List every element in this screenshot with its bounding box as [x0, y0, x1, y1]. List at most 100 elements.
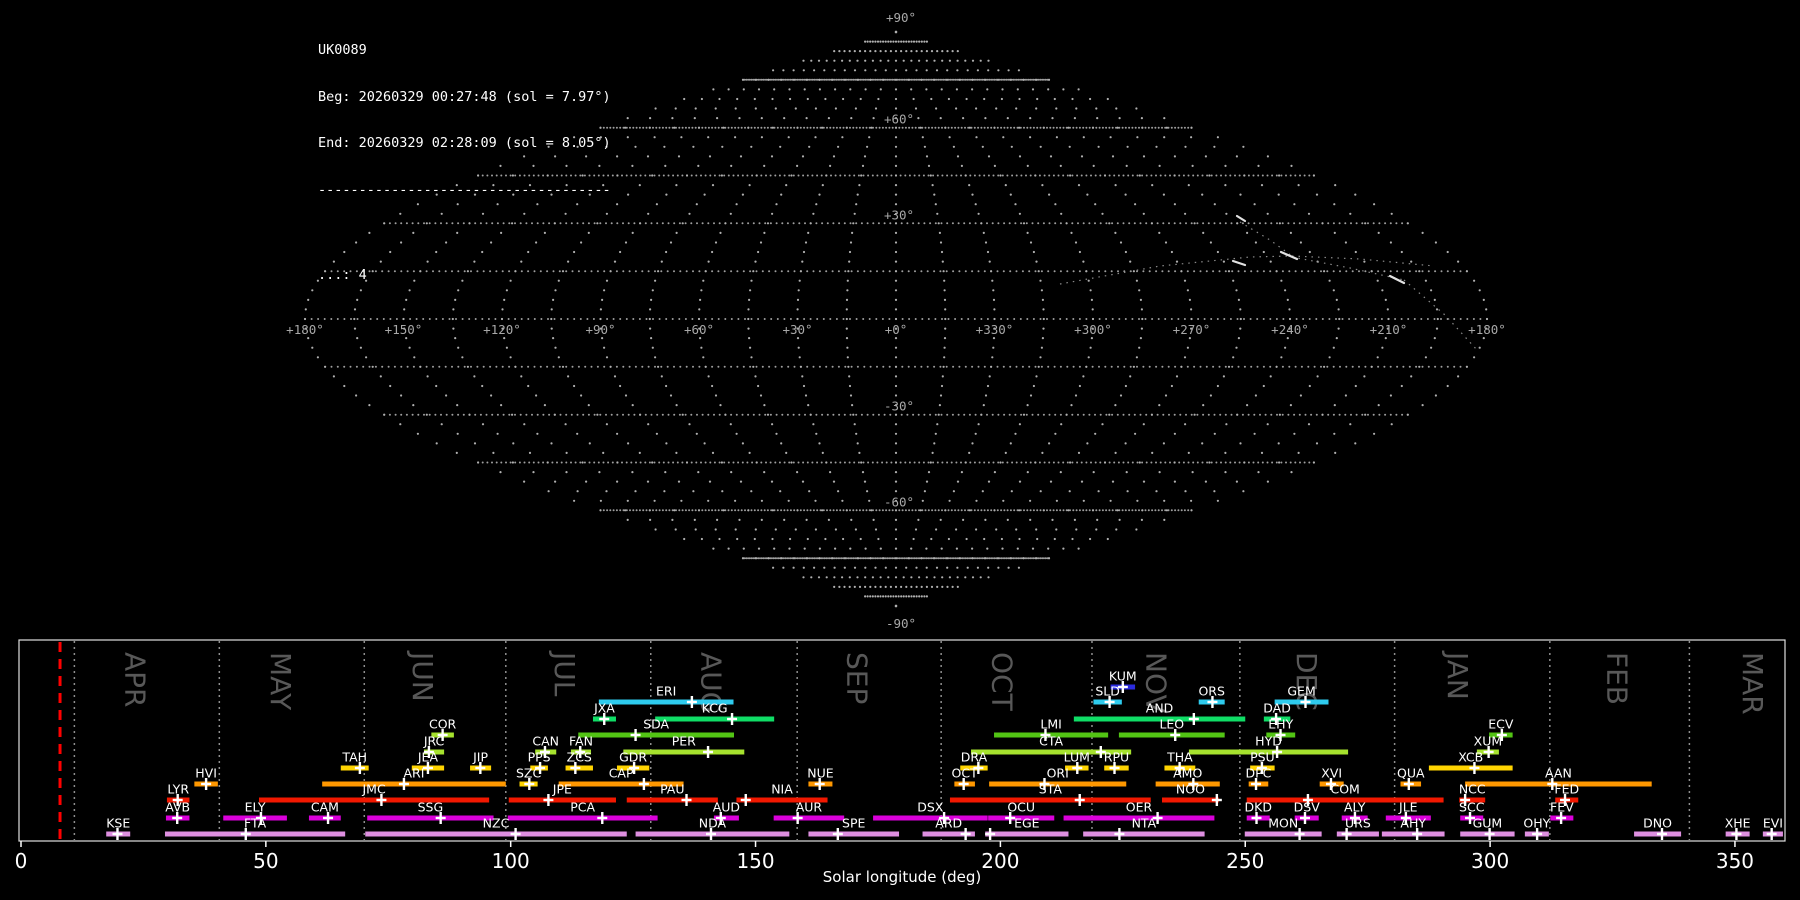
shower-code-label: GEM — [1287, 684, 1315, 699]
shower-code-label: PER — [672, 734, 696, 749]
shower-code-label: JPE — [552, 782, 572, 797]
shower-code-label: DSV — [1294, 800, 1321, 815]
shower-code-label: JXA — [593, 701, 615, 716]
shower-bar — [367, 816, 493, 821]
shower-code-label: NDA — [699, 816, 727, 831]
shower-code-label: HYD — [1255, 734, 1282, 749]
shower-code-label: DNO — [1643, 816, 1672, 831]
shower-code-label: ECV — [1488, 717, 1514, 732]
station-id: UK0089 — [318, 43, 611, 59]
trail — [1060, 256, 1292, 284]
shower-bars: KUMERISLDORSGEMJXAKCGANDDADCORSDALMILEOE… — [106, 669, 1783, 841]
shower-code-label: ZCS — [567, 750, 592, 765]
shower-code-label: DPC — [1246, 766, 1272, 781]
x-tick-label: 250 — [1226, 849, 1264, 873]
pole-bottom-label: -90° — [886, 616, 916, 631]
month-label: SEP — [840, 652, 873, 704]
shower-code-label: LYR — [167, 782, 189, 797]
shower-avb: AVB — [165, 800, 190, 825]
trail — [1240, 222, 1292, 256]
x-tick-label: 150 — [736, 849, 774, 873]
longitude-label: +240° — [1271, 322, 1309, 337]
longitude-label: +300° — [1074, 322, 1112, 337]
meteor-count: ...: 4 — [318, 268, 611, 284]
shower-rpu: RPU — [1104, 750, 1129, 775]
shower-bar — [627, 798, 718, 803]
shower-sld: SLD — [1093, 684, 1121, 709]
shower-code-label: URS — [1345, 816, 1371, 831]
month-label: MAY — [264, 652, 297, 711]
shower-code-label: MON — [1268, 816, 1298, 831]
longitude-label: +210° — [1370, 322, 1408, 337]
shower-code-label: SPE — [842, 816, 865, 831]
scene: +90°-90°+60°+30°-30°-60°+180°+150°+120°+… — [0, 0, 1800, 900]
shower-code-label: XHE — [1725, 816, 1751, 831]
shower-code-label: XCB — [1458, 750, 1483, 765]
shower-code-label: GDR — [619, 750, 647, 765]
shower-bar — [259, 798, 489, 803]
month-label: APR — [119, 652, 152, 708]
shower-code-label: EGE — [1014, 816, 1040, 831]
meteor-segment — [1390, 276, 1404, 283]
longitude-label: +330° — [976, 322, 1014, 337]
shower-code-label: NCC — [1459, 782, 1486, 797]
shower-cam: CAM — [309, 800, 341, 825]
shower-bar — [509, 798, 616, 803]
month-label: OCT — [985, 652, 1018, 712]
shower-code-label: DSX — [917, 800, 944, 815]
header-block: UK0089 Beg: 20260329 00:27:48 (sol = 7.9… — [318, 12, 611, 299]
shower-code-label: XUM — [1474, 734, 1503, 749]
x-tick-label: 0 — [15, 849, 28, 873]
shower-code-label: LMI — [1040, 717, 1061, 732]
shower-code-label: JLE — [1398, 800, 1418, 815]
longitude-label: +150° — [385, 322, 423, 337]
shower-aur: AUR — [774, 800, 845, 825]
shower-code-label: COM — [1330, 782, 1359, 797]
shower-code-label: AUD — [713, 800, 740, 815]
meteor-segment — [1233, 261, 1245, 265]
meteor-segment — [1281, 252, 1297, 259]
shower-code-label: NTA — [1132, 816, 1157, 831]
shower-code-label: AAN — [1545, 766, 1572, 781]
shower-code-label: SLD — [1095, 684, 1120, 699]
month-label: JUL — [548, 650, 581, 697]
longitude-label: +60° — [684, 322, 714, 337]
shower-code-label: SCC — [1459, 800, 1485, 815]
shower-code-label: PCA — [570, 800, 595, 815]
shower-code-label: ALY — [1344, 800, 1366, 815]
x-tick-label: 350 — [1716, 849, 1754, 873]
shower-code-label: DKD — [1245, 800, 1272, 815]
shower-code-label: AVB — [165, 800, 190, 815]
shower-hvi: HVI — [194, 766, 218, 791]
shower-code-label: NOO — [1176, 782, 1205, 797]
shower-ssg: SSG — [367, 800, 493, 825]
activity-timeline-chart: APRMAYJUNJULAUGSEPOCTNOVDECJANFEBMARKUME… — [15, 640, 1785, 886]
shower-code-label: KCG — [702, 701, 728, 716]
month-label: JUN — [406, 650, 439, 702]
x-axis-title: Solar longitude (deg) — [823, 868, 981, 886]
shower-code-label: AND — [1146, 701, 1174, 716]
shower-code-label: OHY — [1523, 816, 1550, 831]
shower-code-label: ERI — [656, 684, 676, 699]
shower-code-label: CAM — [311, 800, 339, 815]
shower-code-label: EHY — [1268, 717, 1293, 732]
shower-code-label: DAD — [1263, 701, 1291, 716]
shower-szc: SZC — [516, 766, 541, 791]
latitude-label: +60° — [884, 112, 914, 127]
shower-bar — [774, 816, 845, 821]
shower-bar — [1083, 832, 1204, 837]
shower-code-label: NUE — [807, 766, 833, 781]
shower-bar — [808, 832, 899, 837]
shower-code-label: LUM — [1064, 750, 1090, 765]
shower-code-label: OCU — [1007, 800, 1035, 815]
x-axis: 050100150200250300350Solar longitude (de… — [15, 841, 1754, 886]
trail — [1404, 280, 1477, 350]
longitude-label: +270° — [1173, 322, 1211, 337]
shower-kse: KSE — [106, 816, 130, 841]
shower-code-label: XVI — [1321, 766, 1342, 781]
shower-xhe: XHE — [1725, 816, 1751, 841]
shower-fev: FEV — [1550, 800, 1574, 825]
separator-line: ------------------------------------ — [318, 183, 611, 199]
meteor-segments — [1233, 216, 1404, 283]
shower-code-label: AMO — [1173, 766, 1202, 781]
